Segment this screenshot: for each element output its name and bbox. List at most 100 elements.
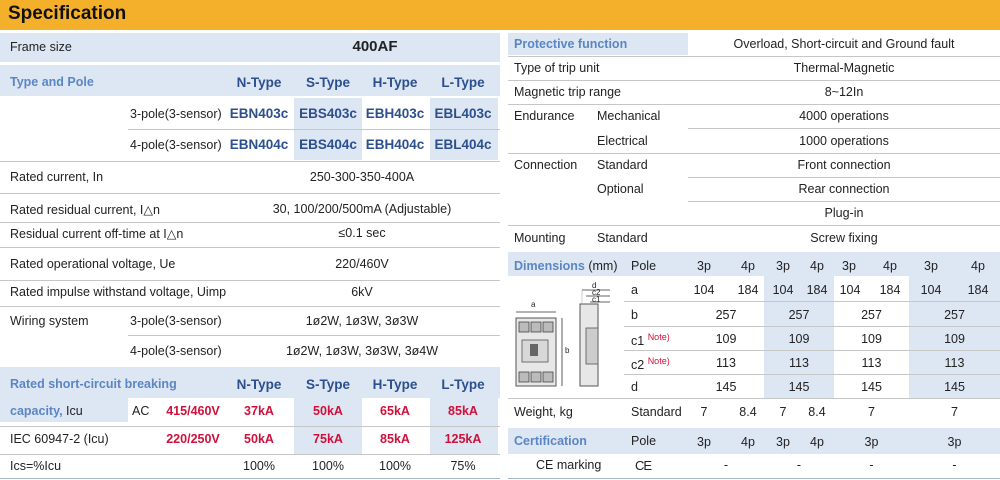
cert-pole-5: 3p bbox=[864, 435, 879, 449]
dimension-diagram bbox=[515, 289, 610, 387]
divider bbox=[624, 374, 1000, 375]
divider bbox=[0, 193, 500, 194]
wiring-label: Wiring system bbox=[10, 314, 89, 328]
connection-optional-value: Rear connection bbox=[798, 182, 890, 196]
dim-b-2: 257 bbox=[788, 308, 810, 322]
breaking-type-n: N-Type bbox=[236, 377, 282, 392]
weight-label: Weight, kg bbox=[514, 405, 573, 419]
diagram-label-b: b bbox=[565, 346, 570, 355]
cert-pole-1: 3p bbox=[697, 435, 711, 449]
wiring-3pole-value: 1ø2W, 1ø3W, 3ø3W bbox=[305, 314, 419, 328]
dimensions-word: Dimensions bbox=[514, 259, 585, 273]
certification-pole-label: Pole bbox=[631, 434, 657, 448]
dim-c2-3: 113 bbox=[861, 356, 882, 370]
dim-pole-7: 3p bbox=[924, 259, 938, 273]
model-ebh404c: EBH404c bbox=[365, 137, 425, 152]
dim-a-5: 104 bbox=[839, 283, 861, 297]
iec-label: IEC 60947-2 (Icu) bbox=[10, 432, 109, 446]
dim-d-3: 145 bbox=[861, 380, 882, 394]
divider bbox=[128, 129, 500, 130]
weight-standard-label: Standard bbox=[631, 405, 682, 419]
mounting-label: Mounting bbox=[514, 231, 566, 245]
dim-b-4: 257 bbox=[944, 308, 965, 322]
icu-l-220: 125kA bbox=[444, 432, 482, 446]
dim-a-7: 104 bbox=[920, 283, 942, 297]
frame-size-value: 400AF bbox=[352, 38, 398, 55]
weight-4: 8.4 bbox=[808, 405, 826, 419]
dim-b-3: 257 bbox=[861, 308, 882, 322]
type-header-h: H-Type bbox=[372, 75, 418, 90]
divider bbox=[508, 398, 1000, 399]
page-title: Specification bbox=[8, 3, 127, 24]
dim-row-b-key: b bbox=[631, 308, 638, 322]
divider bbox=[0, 478, 500, 479]
operational-voltage-label: Rated operational voltage, Ue bbox=[10, 257, 176, 271]
divider bbox=[688, 177, 1000, 178]
dim-b-1: 257 bbox=[715, 308, 737, 322]
breaking-label: Rated short-circuit breaking bbox=[10, 377, 177, 391]
dim-pole-2: 4p bbox=[741, 259, 755, 273]
dim-a-2: 184 bbox=[737, 283, 759, 297]
ce-marking-symbol: CE bbox=[635, 458, 652, 473]
dim-a-6: 184 bbox=[879, 283, 901, 297]
ce-value-1: - bbox=[723, 458, 729, 472]
dim-pole-1: 3p bbox=[697, 259, 711, 273]
dim-row-c2-key: c2 Note) bbox=[631, 356, 670, 372]
ics-h: 100% bbox=[379, 459, 411, 473]
weight-3: 7 bbox=[779, 405, 787, 419]
ics-l: 75% bbox=[450, 459, 476, 473]
divider bbox=[128, 335, 500, 336]
dim-a-8: 184 bbox=[967, 283, 989, 297]
ics-s: 100% bbox=[312, 459, 344, 473]
connection-plugin-value: Plug-in bbox=[824, 206, 864, 220]
icu-h-415: 65kA bbox=[380, 404, 410, 418]
divider bbox=[688, 128, 1000, 129]
ce-value-3: - bbox=[869, 458, 874, 472]
center-gutter bbox=[500, 30, 508, 480]
divider bbox=[688, 201, 1000, 202]
model-ebn404c: EBN404c bbox=[229, 137, 289, 152]
divider bbox=[0, 306, 500, 307]
dim-pole-8: 4p bbox=[971, 259, 985, 273]
divider bbox=[508, 478, 1000, 479]
model-ebn403c: EBN403c bbox=[229, 106, 289, 121]
dim-c1-4: 109 bbox=[944, 332, 965, 346]
dim-pole-5: 3p bbox=[842, 259, 856, 273]
dim-c1-label: c1 bbox=[631, 334, 645, 349]
divider bbox=[508, 80, 1000, 81]
voltage-220-250: 220/250V bbox=[166, 432, 220, 446]
divider bbox=[624, 350, 1000, 351]
divider bbox=[0, 161, 500, 162]
divider bbox=[508, 153, 1000, 154]
type-header-l: L-Type bbox=[441, 75, 485, 90]
dim-a-1: 104 bbox=[693, 283, 715, 297]
dim-d-4: 145 bbox=[944, 380, 965, 394]
dimensions-label: Dimensions (mm) bbox=[514, 259, 617, 273]
divider bbox=[0, 222, 500, 223]
dim-row-c1-key: c1 Note) bbox=[631, 332, 670, 348]
model-ebl403c: EBL403c bbox=[434, 106, 492, 121]
ics-label: Ics=%Icu bbox=[10, 459, 62, 473]
endurance-mech-value: 4000 operations bbox=[799, 109, 889, 123]
weight-5: 7 bbox=[868, 405, 875, 419]
dim-row-a-key: a bbox=[631, 283, 638, 297]
dim-c2-4: 113 bbox=[944, 356, 965, 370]
divider bbox=[508, 104, 1000, 105]
pole-3-label: 3-pole(3-sensor) bbox=[130, 107, 222, 121]
divider bbox=[0, 426, 500, 427]
ics-n: 100% bbox=[243, 459, 275, 473]
breaking-icu-word: Icu bbox=[62, 404, 83, 418]
left-spec-table: Frame size 400AF Type and Pole N-Type S-… bbox=[0, 30, 500, 480]
connection-optional-label: Optional bbox=[597, 182, 644, 196]
impulse-voltage-value: 6kV bbox=[351, 285, 373, 299]
dimensions-unit: (mm) bbox=[584, 259, 618, 273]
dim-row-d-key: d bbox=[631, 380, 638, 394]
dim-c2-2: 113 bbox=[789, 356, 809, 370]
wiring-3pole-label: 3-pole(3-sensor) bbox=[130, 314, 222, 328]
dim-c2-note: Note) bbox=[647, 356, 670, 366]
rated-current-label: Rated current, In bbox=[10, 170, 104, 184]
ac-label: AC bbox=[132, 404, 150, 418]
cert-pole-3: 3p bbox=[776, 435, 790, 449]
protective-value: Overload, Short-circuit and Ground fault bbox=[733, 37, 955, 51]
cert-pole-2: 4p bbox=[741, 435, 755, 449]
